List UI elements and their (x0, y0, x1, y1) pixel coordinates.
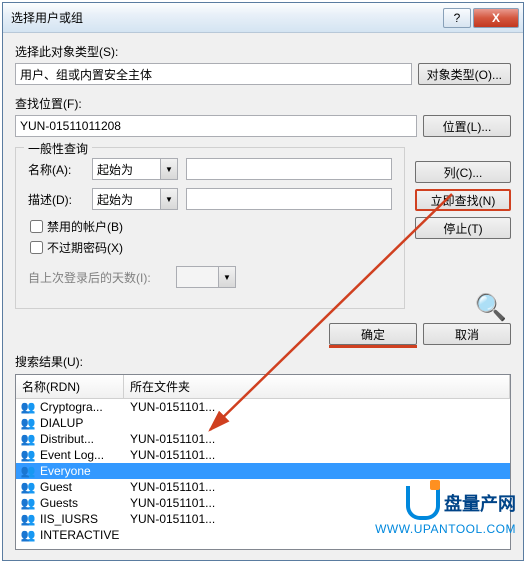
group-icon: 👥 (20, 400, 36, 414)
name-label: 名称(A): (28, 161, 84, 178)
disabled-accounts-checkbox[interactable] (30, 220, 43, 233)
window-title: 选择用户或组 (11, 9, 443, 26)
row-name: Distribut... (40, 432, 126, 446)
group-icon: 👥 (20, 432, 36, 446)
name-input[interactable] (186, 158, 392, 180)
help-button[interactable]: ? (443, 8, 471, 28)
chevron-down-icon: ▼ (160, 189, 177, 209)
group-icon: 👥 (20, 464, 36, 478)
object-types-button[interactable]: 对象类型(O)... (418, 63, 511, 85)
highlight-underline (329, 345, 417, 348)
row-name: Event Log... (40, 448, 126, 462)
desc-combo[interactable]: 起始为 ▼ (92, 188, 178, 210)
row-name: IIS_IUSRS (40, 512, 126, 526)
name-combo[interactable]: 起始为 ▼ (92, 158, 178, 180)
col-header-folder[interactable]: 所在文件夹 (124, 375, 510, 398)
row-name: DIALUP (40, 416, 126, 430)
row-name: Everyone (40, 464, 126, 478)
ok-button[interactable]: 确定 (329, 323, 417, 345)
row-name: Cryptogra... (40, 400, 126, 414)
group-icon: 👥 (20, 448, 36, 462)
dialog-body: 选择此对象类型(S): 对象类型(O)... 查找位置(F): 位置(L)...… (3, 33, 523, 560)
watermark-text: 盘量产网 (444, 490, 516, 516)
list-item[interactable]: 👥 Cryptogra...YUN-0151101... (16, 399, 510, 415)
days-since-logon-label: 自上次登录后的天数(I): (28, 269, 168, 286)
chevron-down-icon: ▼ (218, 267, 235, 287)
location-label: 查找位置(F): (15, 95, 511, 112)
group-icon: 👥 (20, 496, 36, 510)
desc-input[interactable] (186, 188, 392, 210)
row-name: INTERACTIVE (40, 528, 126, 542)
non-expiring-pwd-checkbox[interactable] (30, 241, 43, 254)
desc-label: 描述(D): (28, 191, 84, 208)
days-combo: ▼ (176, 266, 236, 288)
columns-button[interactable]: 列(C)... (415, 161, 511, 183)
row-folder: YUN-0151101... (126, 400, 506, 414)
row-name: Guest (40, 480, 126, 494)
locations-button[interactable]: 位置(L)... (423, 115, 511, 137)
find-now-button[interactable]: 立即查找(N) (415, 189, 511, 211)
group-icon: 👥 (20, 512, 36, 526)
col-header-name[interactable]: 名称(RDN) (16, 375, 124, 398)
search-results-label: 搜索结果(U): (15, 353, 511, 370)
object-type-input[interactable] (15, 63, 412, 85)
dialog-window: 选择用户或组 ? X 选择此对象类型(S): 对象类型(O)... 查找位置(F… (2, 2, 524, 561)
titlebar[interactable]: 选择用户或组 ? X (3, 3, 523, 33)
group-icon: 👥 (20, 480, 36, 494)
group-icon: 👥 (20, 528, 36, 542)
location-input[interactable] (15, 115, 417, 137)
list-item[interactable]: 👥 Event Log...YUN-0151101... (16, 447, 510, 463)
common-queries-legend: 一般性查询 (24, 140, 92, 157)
cancel-button[interactable]: 取消 (423, 323, 511, 345)
close-button[interactable]: X (473, 8, 519, 28)
list-item[interactable]: 👥 DIALUP (16, 415, 510, 431)
watermark-url: WWW.UPANTOOL.COM (375, 522, 516, 536)
non-expiring-pwd-label: 不过期密码(X) (47, 239, 123, 256)
stop-button[interactable]: 停止(T) (415, 217, 511, 239)
list-item[interactable]: 👥 Distribut...YUN-0151101... (16, 431, 510, 447)
u-icon (406, 486, 440, 520)
watermark-logo: 盘量产网 (406, 486, 516, 520)
disabled-accounts-label: 禁用的帐户(B) (47, 218, 123, 235)
search-icon: 🔍 (415, 292, 507, 323)
row-name: Guests (40, 496, 126, 510)
list-item[interactable]: 👥 Everyone (16, 463, 510, 479)
object-type-label: 选择此对象类型(S): (15, 43, 511, 60)
row-folder: YUN-0151101... (126, 448, 506, 462)
group-icon: 👥 (20, 416, 36, 430)
chevron-down-icon: ▼ (160, 159, 177, 179)
row-folder: YUN-0151101... (126, 432, 506, 446)
list-header[interactable]: 名称(RDN) 所在文件夹 (16, 375, 510, 399)
common-queries-group: 一般性查询 名称(A): 起始为 ▼ 描述(D): 起始为 ▼ (15, 147, 405, 309)
